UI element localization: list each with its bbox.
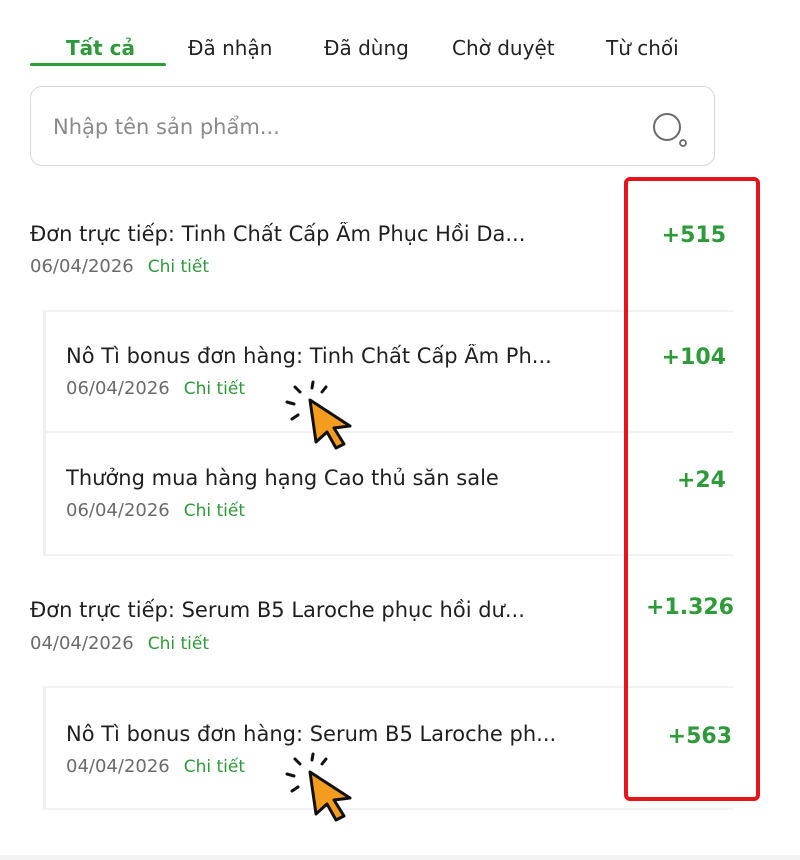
order-meta: 06/04/2026 Chi tiết xyxy=(30,256,209,277)
tab-used[interactable]: Đã dùng xyxy=(324,36,409,60)
points-amount: +1.326 xyxy=(645,595,734,620)
tab-pending[interactable]: Chờ duyệt xyxy=(452,36,555,60)
order-date: 04/04/2026 xyxy=(30,633,134,654)
bonus-date: 06/04/2026 xyxy=(66,500,170,521)
search-box xyxy=(30,86,715,166)
divider xyxy=(46,554,733,556)
filter-tabs: Tất cả Đã nhận Đã dùng Chờ duyệt Từ chối xyxy=(30,30,770,70)
detail-link[interactable]: Chi tiết xyxy=(148,634,209,654)
bonus-group xyxy=(43,686,733,810)
active-tab-indicator xyxy=(30,63,166,66)
points-amount: +515 xyxy=(661,223,726,248)
detail-link[interactable]: Chi tiết xyxy=(184,379,245,399)
points-amount: +104 xyxy=(661,345,726,370)
bonus-title: Nô Tì bonus đơn hàng: Serum B5 Laroche p… xyxy=(66,722,557,746)
order-title: Đơn trực tiếp: Serum B5 Laroche phục hồi… xyxy=(30,598,525,622)
search-icon[interactable] xyxy=(650,109,690,149)
tab-rejected[interactable]: Từ chối xyxy=(606,36,679,60)
order-meta: 04/04/2026 Chi tiết xyxy=(30,633,209,654)
bonus-date: 04/04/2026 xyxy=(66,756,170,777)
divider xyxy=(46,310,733,312)
detail-link[interactable]: Chi tiết xyxy=(184,757,245,777)
detail-link[interactable]: Chi tiết xyxy=(148,257,209,277)
detail-link[interactable]: Chi tiết xyxy=(184,501,245,521)
bottom-divider xyxy=(0,855,800,860)
reward-history-screen: Tất cả Đã nhận Đã dùng Chờ duyệt Từ chối… xyxy=(0,0,800,860)
order-date: 06/04/2026 xyxy=(30,256,134,277)
divider xyxy=(46,431,733,433)
search-input[interactable] xyxy=(53,107,633,147)
bonus-date: 06/04/2026 xyxy=(66,378,170,399)
bonus-title: Nô Tì bonus đơn hàng: Tinh Chất Cấp Ẩm P… xyxy=(66,344,552,368)
points-amount: +24 xyxy=(676,468,726,493)
bonus-title: Thưởng mua hàng hạng Cao thủ săn sale xyxy=(66,466,499,490)
divider xyxy=(46,686,733,688)
bonus-meta: 06/04/2026 Chi tiết xyxy=(66,500,245,521)
bonus-meta: 04/04/2026 Chi tiết xyxy=(66,756,245,777)
tab-received[interactable]: Đã nhận xyxy=(188,36,272,60)
divider xyxy=(46,808,733,810)
bonus-meta: 06/04/2026 Chi tiết xyxy=(66,378,245,399)
tab-all[interactable]: Tất cả xyxy=(66,36,135,60)
order-title: Đơn trực tiếp: Tinh Chất Cấp Ẩm Phục Hồi… xyxy=(30,222,526,246)
points-amount: +563 xyxy=(667,724,732,749)
